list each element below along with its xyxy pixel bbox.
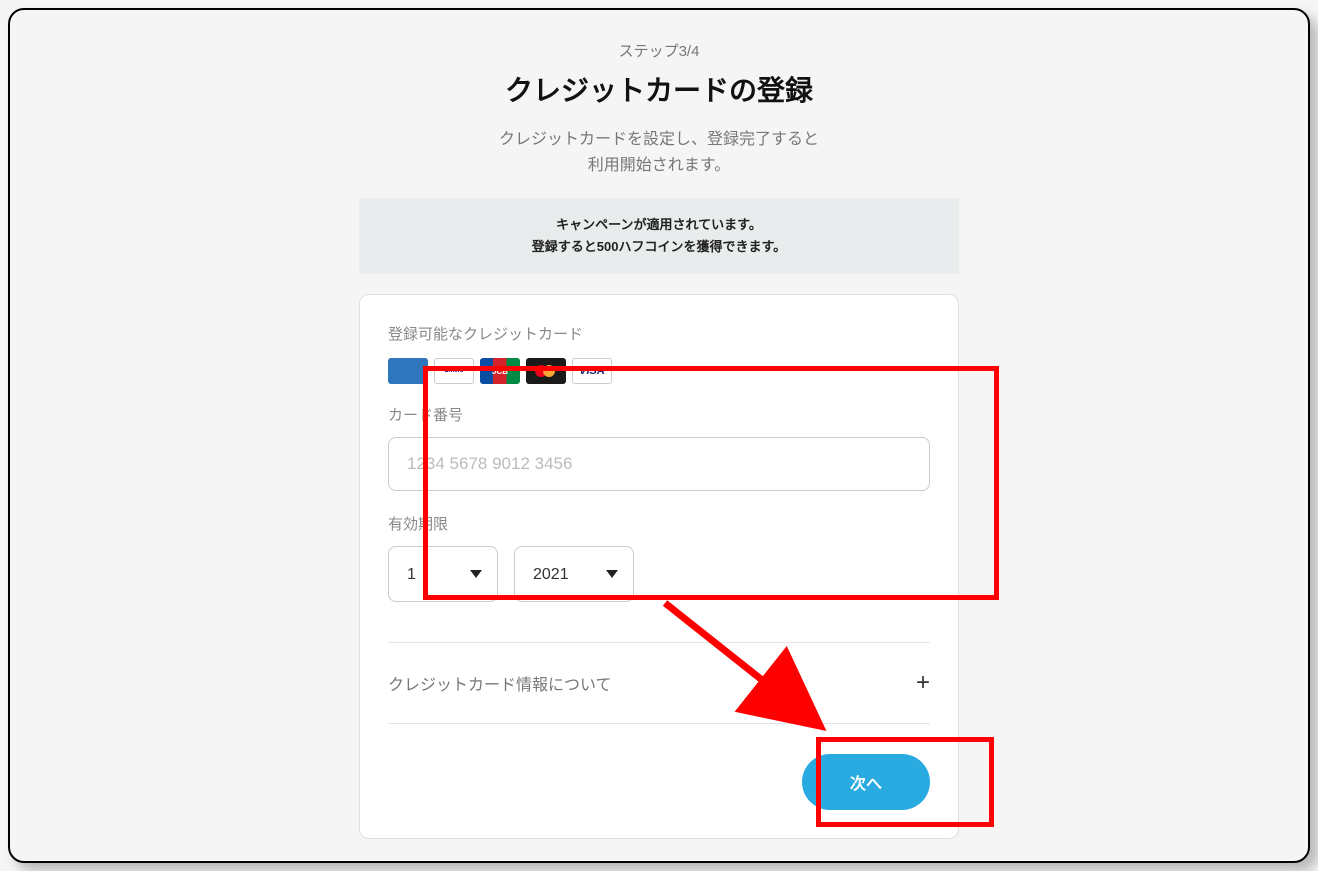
mastercard-icon bbox=[526, 358, 566, 384]
step-indicator: ステップ3/4 bbox=[10, 40, 1308, 61]
about-card-accordion[interactable]: クレジットカード情報について + bbox=[388, 643, 930, 724]
card-logos-row: Diners JCB VISA bbox=[388, 358, 930, 384]
card-form-section: カード番号 有効期限 1 2021 bbox=[388, 404, 930, 602]
subtitle-line-2: 利用開始されます。 bbox=[10, 153, 1308, 179]
page-subtitle: クレジットカードを設定し、登録完了すると 利用開始されます。 bbox=[10, 127, 1308, 178]
expiry-year-wrap: 2021 bbox=[514, 546, 634, 602]
page-header: ステップ3/4 クレジットカードの登録 クレジットカードを設定し、登録完了すると… bbox=[10, 40, 1308, 178]
diners-icon: Diners bbox=[434, 358, 474, 384]
campaign-banner: キャンペーンが適用されています。 登録すると500ハフコインを獲得できます。 bbox=[359, 198, 959, 274]
subtitle-line-1: クレジットカードを設定し、登録完了すると bbox=[10, 127, 1308, 153]
button-row: 次へ bbox=[388, 754, 930, 810]
page-frame: ステップ3/4 クレジットカードの登録 クレジットカードを設定し、登録完了すると… bbox=[8, 8, 1310, 863]
jcb-icon: JCB bbox=[480, 358, 520, 384]
plus-icon: + bbox=[916, 669, 930, 697]
credit-card-panel: 登録可能なクレジットカード Diners JCB VISA カード番号 有効期限… bbox=[359, 294, 959, 839]
amex-icon bbox=[388, 358, 428, 384]
expiry-month-select[interactable]: 1 bbox=[388, 546, 498, 602]
accordion-title: クレジットカード情報について bbox=[388, 671, 612, 695]
card-number-label: カード番号 bbox=[388, 404, 930, 425]
expiry-year-select[interactable]: 2021 bbox=[514, 546, 634, 602]
next-button[interactable]: 次へ bbox=[802, 754, 930, 810]
visa-icon: VISA bbox=[572, 358, 612, 384]
accepted-cards-label: 登録可能なクレジットカード bbox=[388, 323, 930, 344]
expiry-month-wrap: 1 bbox=[388, 546, 498, 602]
card-number-input[interactable] bbox=[388, 437, 930, 491]
campaign-line-2: 登録すると500ハフコインを獲得できます。 bbox=[375, 236, 943, 258]
campaign-line-1: キャンペーンが適用されています。 bbox=[375, 214, 943, 236]
page-title: クレジットカードの登録 bbox=[10, 69, 1308, 109]
expiry-row: 1 2021 bbox=[388, 546, 930, 602]
expiry-label: 有効期限 bbox=[388, 513, 930, 534]
